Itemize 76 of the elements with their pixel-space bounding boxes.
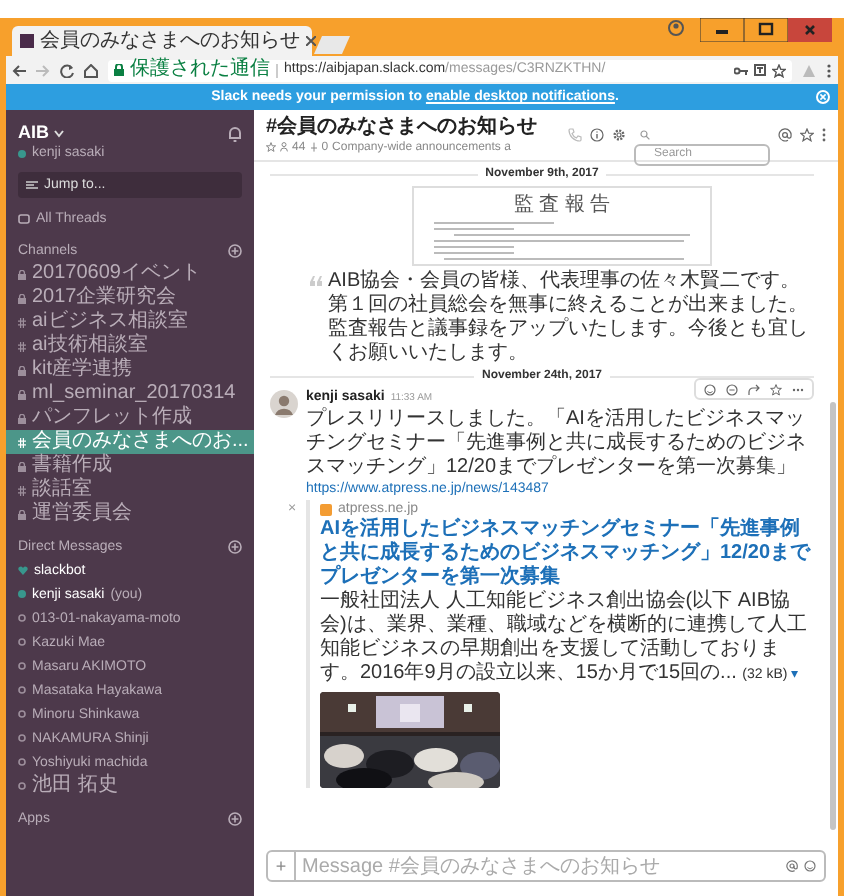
settings-icon[interactable] [612, 128, 626, 142]
avatar[interactable] [270, 390, 298, 418]
channel-item[interactable]: aiビジネス相談室 [6, 310, 254, 334]
channel-item[interactable]: 20170609イベント [6, 262, 254, 286]
emoji-icon[interactable] [804, 860, 816, 872]
reload-icon[interactable] [60, 63, 74, 77]
message-input[interactable]: Message #会員のみなさまへのお知らせ [296, 851, 786, 881]
message-text: AIB協会・会員の皆様、代表理事の佐々木賢二です。第１回の社員総会を無事に終えることが出来ました。監査報告と議事録をアップいたします。今後とも宜しくお願いいたします。 [328, 270, 810, 366]
scrollbar[interactable] [830, 402, 836, 830]
lock-icon [18, 509, 26, 519]
channel-title: #会員のみなさまへのお知らせ [266, 115, 540, 139]
lock-icon [18, 413, 26, 423]
lock-icon [18, 389, 26, 399]
team-name[interactable]: AIB [18, 122, 49, 144]
tab-title: 会員のみなさまへのお知らせ [40, 30, 300, 52]
close-icon[interactable] [306, 36, 316, 46]
browser-tab[interactable]: 会員のみなさまへのお知らせ [12, 26, 312, 56]
caret-icon[interactable] [53, 129, 63, 137]
message-text: プレスリリースしました。「AIを活用したビジネスマッチングセミナー「先進事例と共に成長するためのビジネスマッチング」12/20までプレゼンターを第一次募集」 [306, 408, 808, 480]
close-button[interactable] [788, 18, 832, 42]
key-icon[interactable] [734, 65, 748, 75]
hash-icon [18, 341, 26, 351]
secure-label: 保護された通信 [130, 60, 270, 80]
star-icon[interactable] [266, 142, 276, 152]
page-icon [20, 34, 34, 48]
attachment-title-link[interactable]: AIを活用したビジネスマッチングセミナー「先進事例と共に成長するためのビジネスマッチング」12/20までプレゼンターを第一次募集 [320, 518, 814, 590]
search-icon [640, 130, 650, 140]
comment-icon[interactable] [726, 383, 738, 395]
channel-item[interactable]: 談話室 [6, 478, 254, 502]
direct-message-item[interactable]: 池田 拓史 [6, 774, 254, 798]
channel-item[interactable]: ml_seminar_20170314 [6, 382, 254, 406]
site-icon [320, 503, 332, 515]
mention-icon[interactable] [786, 860, 798, 872]
home-icon[interactable] [84, 63, 98, 77]
lock-icon [18, 293, 26, 303]
star-icon[interactable] [770, 383, 782, 395]
document-title: 監 査 報 告 [513, 194, 611, 216]
translate-icon[interactable] [754, 64, 766, 76]
emoji-icon[interactable] [704, 383, 716, 395]
lock-icon [18, 461, 26, 471]
message-composer[interactable]: + Message #会員のみなさまへのお知らせ [266, 850, 826, 882]
minimize-button[interactable] [700, 18, 744, 42]
mention-icon[interactable] [778, 128, 792, 142]
info-icon[interactable] [590, 128, 604, 142]
online-dot [18, 149, 26, 157]
star-icon[interactable] [800, 128, 814, 142]
add-icon[interactable] [228, 812, 242, 826]
channel-item[interactable]: 書籍作成 [6, 454, 254, 478]
channel-item[interactable]: パンフレット作成 [6, 406, 254, 430]
pin-icon [309, 142, 318, 152]
back-icon[interactable] [12, 63, 26, 77]
hash-icon [18, 317, 26, 327]
channel-item[interactable]: 会員のみなさまへのお... [6, 430, 254, 454]
threads-icon [18, 213, 30, 225]
channel-item[interactable]: kit産学連携 [6, 358, 254, 382]
hash-icon [18, 485, 26, 495]
lock-icon [18, 365, 26, 375]
channel-item[interactable]: 2017企業研究会 [6, 286, 254, 310]
channel-item[interactable]: 運営委員会 [6, 502, 254, 526]
add-icon[interactable] [228, 244, 242, 258]
lock-icon [114, 64, 124, 76]
lock-icon [18, 269, 26, 279]
quote-icon [310, 276, 322, 286]
menu-icon[interactable] [826, 63, 832, 77]
channel-item[interactable]: ai技術相談室 [6, 334, 254, 358]
jump-icon [26, 180, 38, 190]
maximize-button[interactable] [744, 18, 788, 42]
add-attachment-button[interactable]: + [268, 852, 296, 880]
add-icon[interactable] [228, 540, 242, 554]
bell-icon[interactable] [228, 125, 242, 141]
user-icon[interactable] [668, 20, 684, 36]
member-icon [280, 142, 288, 152]
document-preview[interactable]: 監 査 報 告 [412, 186, 712, 266]
star-icon[interactable] [772, 63, 786, 77]
hash-icon [18, 437, 26, 447]
share-icon[interactable] [748, 383, 760, 395]
